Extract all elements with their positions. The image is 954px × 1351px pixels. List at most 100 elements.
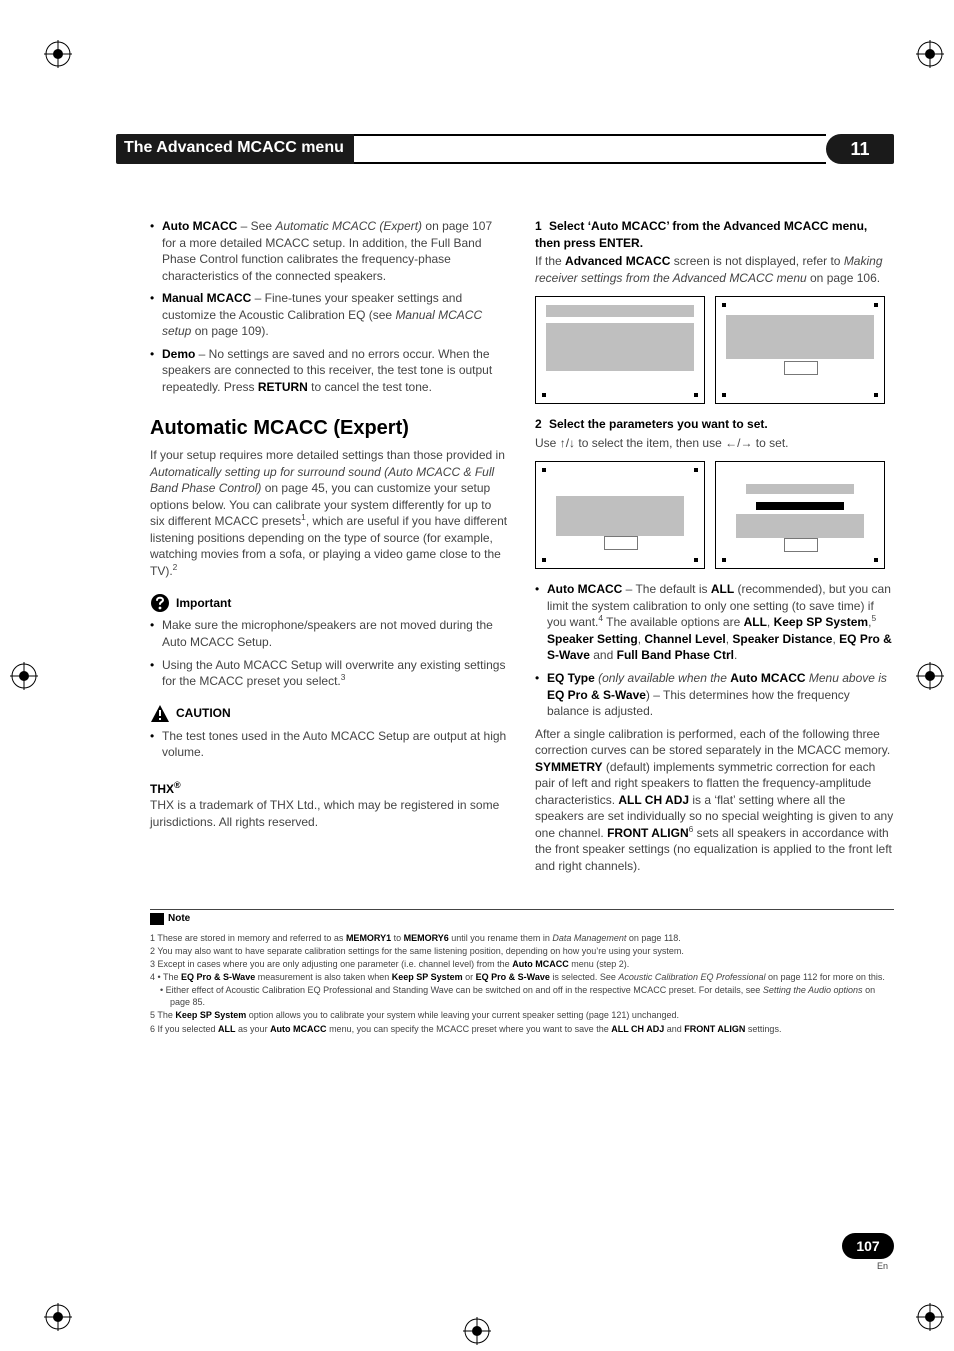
crop-mark-icon bbox=[44, 1303, 72, 1331]
body-text: After a single calibration is performed,… bbox=[535, 727, 890, 758]
crop-mark-icon bbox=[44, 40, 72, 68]
body-text: If the bbox=[535, 254, 565, 268]
key-return: RETURN bbox=[258, 380, 308, 394]
important-heading: Important bbox=[150, 593, 509, 613]
body-text: on page 109). bbox=[191, 324, 268, 338]
footnote-ref: 5 bbox=[871, 613, 876, 623]
option-all-ch-adj: ALL CH ADJ bbox=[611, 1024, 664, 1034]
body-text: Use ↑/↓ to select the item, then use ←/→… bbox=[535, 435, 894, 452]
term-auto-mcacc: Auto MCACC bbox=[270, 1024, 327, 1034]
body-text: is selected. See bbox=[550, 972, 619, 982]
screenshot-placeholder bbox=[715, 296, 885, 404]
body-text: as your bbox=[236, 1024, 271, 1034]
body-text: and bbox=[664, 1024, 684, 1034]
note-heading: Note bbox=[150, 913, 190, 925]
cross-ref: Setting the Audio options bbox=[763, 985, 863, 995]
footnotes-block: Note 1 These are stored in memory and re… bbox=[150, 909, 894, 1035]
left-column: Auto MCACC – See Automatic MCACC (Expert… bbox=[150, 218, 509, 885]
option-speaker-distance: Speaker Distance bbox=[732, 632, 832, 646]
option-all: ALL bbox=[218, 1024, 236, 1034]
option-keep-sp: Keep SP System bbox=[774, 615, 869, 629]
option-all: ALL bbox=[744, 615, 767, 629]
body-text: until you rename them in bbox=[449, 933, 553, 943]
term-memory1: MEMORY1 bbox=[346, 933, 391, 943]
cross-ref: Automatic MCACC (Expert) bbox=[275, 219, 422, 233]
body-text: Use bbox=[535, 436, 560, 450]
crop-mark-icon bbox=[463, 1317, 491, 1345]
page-number-badge: 107 bbox=[842, 1233, 894, 1259]
body-text: menu, you can specify the MCACC preset w… bbox=[327, 1024, 612, 1034]
note-icon bbox=[150, 913, 164, 925]
body-text: Using the Auto MCACC Setup will overwrit… bbox=[162, 658, 505, 689]
footnote: • Either effect of Acoustic Calibration … bbox=[150, 984, 894, 1008]
body-text: 5 The bbox=[150, 1010, 175, 1020]
caution-heading: CAUTION bbox=[150, 704, 509, 724]
right-column: 1Select ‘Auto MCACC’ from the Advanced M… bbox=[535, 218, 894, 885]
body-text: or bbox=[463, 972, 476, 982]
body-text: to select the item, then use bbox=[575, 436, 725, 450]
term-memory6: MEMORY6 bbox=[404, 933, 449, 943]
header-rule bbox=[354, 134, 826, 164]
body-text: to cancel the test tone. bbox=[308, 380, 432, 394]
body-text: to bbox=[391, 933, 404, 943]
body-text: (only available when the bbox=[595, 671, 730, 685]
body-text: Make sure the microphone/speakers are no… bbox=[162, 618, 493, 649]
footnote: 4 • The EQ Pro & S-Wave measurement is a… bbox=[150, 971, 894, 983]
footnote-ref: 3 bbox=[341, 672, 346, 682]
option-eq-pro: EQ Pro & S-Wave bbox=[547, 688, 646, 702]
body-text: 1 These are stored in memory and referre… bbox=[150, 933, 346, 943]
footnote: 6 If you selected ALL as your Auto MCACC… bbox=[150, 1023, 894, 1035]
thx-label: THX bbox=[150, 782, 174, 796]
page-number: 107 En bbox=[842, 1233, 894, 1271]
body-text: If your setup requires more detailed set… bbox=[150, 447, 509, 579]
list-item: Make sure the microphone/speakers are no… bbox=[150, 617, 509, 650]
screenshot-row bbox=[535, 296, 894, 404]
body-text: and bbox=[590, 648, 617, 662]
option-all: ALL bbox=[711, 582, 734, 596]
term-advanced-mcacc: Advanced MCACC bbox=[565, 254, 670, 268]
page-language: En bbox=[842, 1261, 894, 1271]
chapter-header: The Advanced MCACC menu 11 bbox=[116, 134, 894, 164]
crop-mark-icon bbox=[916, 40, 944, 68]
body-text: The test tones used in the Auto MCACC Se… bbox=[162, 729, 506, 760]
body-text: screen is not displayed, refer to bbox=[670, 254, 843, 268]
term-auto-mcacc: Auto MCACC bbox=[512, 959, 569, 969]
term-auto-mcacc: Auto MCACC bbox=[162, 219, 237, 233]
list-item: Auto MCACC – See Automatic MCACC (Expert… bbox=[150, 218, 509, 284]
term-demo: Demo bbox=[162, 347, 195, 361]
cross-ref: Acoustic Calibration EQ Professional bbox=[618, 972, 765, 982]
term-auto-mcacc: Auto MCACC bbox=[547, 582, 622, 596]
list-item: Demo – No settings are saved and no erro… bbox=[150, 346, 509, 396]
step-number: 1 bbox=[535, 218, 549, 235]
option-front-align: FRONT ALIGN bbox=[607, 826, 689, 840]
option-keep-sp: Keep SP System bbox=[175, 1010, 246, 1020]
chapter-title: The Advanced MCACC menu bbox=[116, 134, 354, 164]
term-auto-mcacc: Auto MCACC bbox=[730, 671, 805, 685]
footnote-ref: 2 bbox=[173, 562, 178, 572]
list-item: Manual MCACC – Fine-tunes your speaker s… bbox=[150, 290, 509, 340]
list-item: Auto MCACC – The default is ALL (recomme… bbox=[535, 581, 894, 664]
body-text: option allows you to calibrate your syst… bbox=[246, 1010, 679, 1020]
footnote: 1 These are stored in memory and referre… bbox=[150, 932, 894, 944]
body-text: on page 118. bbox=[626, 933, 680, 943]
section-heading: Automatic MCACC (Expert) bbox=[150, 415, 509, 443]
note-rule bbox=[150, 909, 894, 910]
step-text: Select the parameters you want to set. bbox=[549, 417, 768, 431]
term-manual-mcacc: Manual MCACC bbox=[162, 291, 251, 305]
screenshot-row bbox=[535, 461, 894, 569]
note-label: Note bbox=[168, 913, 190, 924]
term-eq-type: EQ Type bbox=[547, 671, 595, 685]
body-text: If the Advanced MCACC screen is not disp… bbox=[535, 253, 894, 286]
option-symmetry: SYMMETRY bbox=[535, 760, 603, 774]
step-text: Select ‘Auto MCACC’ from the Advanced MC… bbox=[535, 219, 867, 250]
body-text: THX is a trademark of THX Ltd., which ma… bbox=[150, 797, 509, 830]
step-number: 2 bbox=[535, 416, 549, 433]
arrows-left-right-icon: ←/→ bbox=[725, 436, 752, 450]
option-eq-pro: EQ Pro & S-Wave bbox=[181, 972, 255, 982]
footnote: 2 You may also want to have separate cal… bbox=[150, 945, 894, 957]
thx-heading: THX® bbox=[150, 781, 509, 798]
body-text: 4 • The bbox=[150, 972, 181, 982]
cross-ref: Data Management bbox=[552, 933, 626, 943]
body-text: to set. bbox=[752, 436, 788, 450]
list-item: The test tones used in the Auto MCACC Se… bbox=[150, 728, 509, 761]
